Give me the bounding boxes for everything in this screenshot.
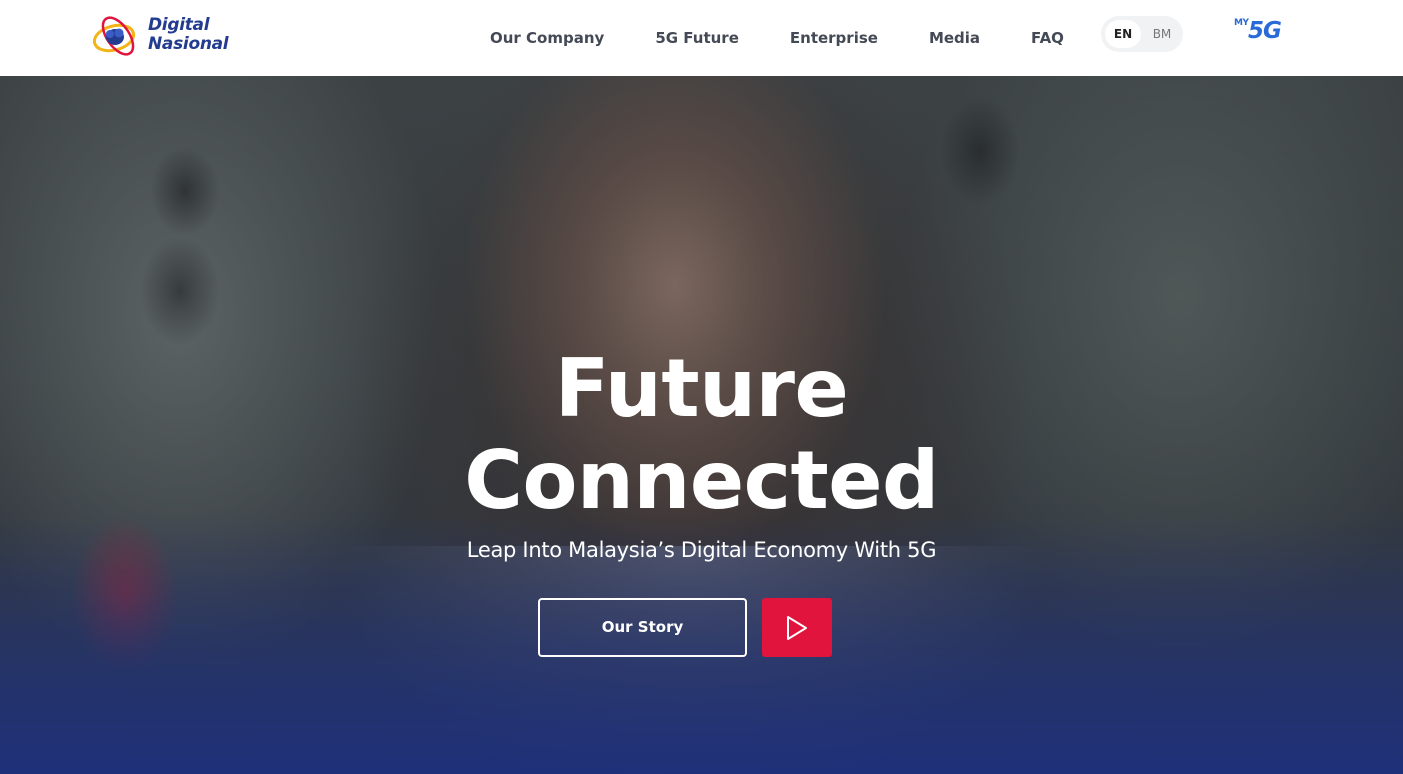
hero-background-shape	[940, 96, 1020, 206]
digital-nasional-logo[interactable]: Digital Nasional	[90, 10, 250, 64]
nav-5g-future[interactable]: 5G Future	[655, 29, 739, 47]
my5g-logo[interactable]: MY 5G	[1234, 14, 1294, 50]
logo-text-line1: Digital	[148, 15, 210, 35]
hero-title-line1: Future	[554, 342, 849, 435]
hero-background-shape	[140, 236, 220, 346]
my5g-logo-big: 5G	[1248, 18, 1282, 44]
hero-title-line2: Connected	[464, 434, 939, 527]
lang-bm-option[interactable]: BM	[1145, 20, 1179, 48]
hero-subtitle: Leap Into Malaysia’s Digital Economy Wit…	[466, 538, 937, 562]
our-story-button[interactable]: Our Story	[538, 598, 747, 657]
my5g-logo-small: MY	[1234, 18, 1249, 28]
site-header: Digital Nasional Our Company 5G Future E…	[0, 0, 1403, 76]
hero-background-shape	[150, 146, 220, 236]
nav-our-company[interactable]: Our Company	[490, 29, 604, 47]
nav-enterprise[interactable]: Enterprise	[790, 29, 878, 47]
main-nav: Our Company 5G Future Enterprise Media F…	[490, 0, 1115, 76]
nav-media[interactable]: Media	[929, 29, 980, 47]
hero-section: Future Connected Leap Into Malaysia’s Di…	[0, 76, 1403, 774]
lang-en-option[interactable]: EN	[1105, 20, 1141, 48]
play-icon	[787, 616, 807, 640]
logo-text-line2: Nasional	[148, 34, 229, 54]
logo-mark-icon	[92, 16, 136, 56]
logo-text: Digital Nasional	[148, 15, 229, 54]
language-toggle: EN BM	[1101, 16, 1183, 52]
play-video-button[interactable]	[762, 598, 832, 657]
nav-faq[interactable]: FAQ	[1031, 29, 1064, 47]
